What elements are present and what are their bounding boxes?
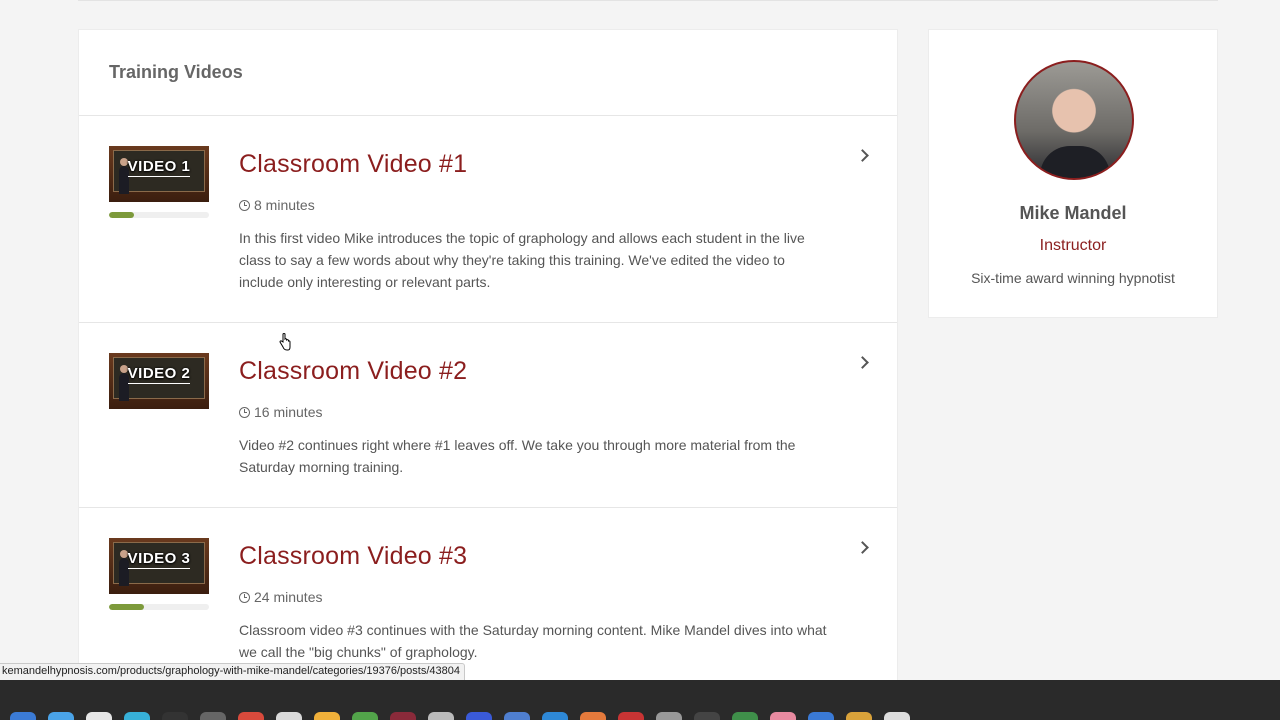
video-duration: 8 minutes bbox=[239, 197, 315, 213]
card-header: Training Videos bbox=[79, 30, 897, 116]
clock-icon bbox=[239, 591, 250, 603]
dock-app-icon[interactable] bbox=[618, 712, 644, 720]
video-duration: 16 minutes bbox=[239, 404, 322, 420]
dock-app-icon[interactable] bbox=[770, 712, 796, 720]
training-videos-card: Training Videos VIDEO 1 Classroom Video … bbox=[78, 29, 898, 689]
progress-fill bbox=[109, 604, 144, 610]
dock-app-icon[interactable] bbox=[390, 712, 416, 720]
dock-app-icon[interactable] bbox=[276, 712, 302, 720]
dock-app-icon[interactable] bbox=[808, 712, 834, 720]
progress-fill bbox=[109, 212, 134, 218]
dock-app-icon[interactable] bbox=[314, 712, 340, 720]
progress-bar bbox=[109, 604, 209, 610]
thumbnail-label: VIDEO 3 bbox=[127, 550, 191, 569]
dock-app-icon[interactable] bbox=[10, 712, 36, 720]
dock-app-icon[interactable] bbox=[884, 712, 910, 720]
progress-bar bbox=[109, 212, 209, 218]
thumbnail-label: VIDEO 1 bbox=[127, 158, 191, 177]
video-thumbnail[interactable]: VIDEO 1 bbox=[109, 146, 209, 202]
video-thumbnail[interactable]: VIDEO 3 bbox=[109, 538, 209, 594]
status-bar-url: kemandelhypnosis.com/products/graphology… bbox=[0, 663, 465, 681]
dock-app-icon[interactable] bbox=[466, 712, 492, 720]
dock-app-icon[interactable] bbox=[504, 712, 530, 720]
instructor-name: Mike Mandel bbox=[1019, 203, 1127, 223]
dock-app-icon[interactable] bbox=[846, 712, 872, 720]
chevron-right-icon[interactable] bbox=[857, 148, 867, 162]
clock-icon bbox=[239, 406, 250, 418]
section-title: Training Videos bbox=[109, 62, 243, 82]
dock-app-icon[interactable] bbox=[238, 712, 264, 720]
video-description: Video #2 continues right where #1 leaves… bbox=[239, 437, 796, 475]
video-list-item[interactable]: VIDEO 1 Classroom Video #1 8 minutes In … bbox=[79, 116, 897, 323]
video-thumbnail[interactable]: VIDEO 2 bbox=[109, 353, 209, 409]
dock-app-icon[interactable] bbox=[86, 712, 112, 720]
dock-app-icon[interactable] bbox=[580, 712, 606, 720]
dock-app-icon[interactable] bbox=[200, 712, 226, 720]
video-title-link[interactable]: Classroom Video #1 bbox=[239, 150, 467, 179]
duration-text: 24 minutes bbox=[254, 589, 323, 605]
hand-pointer-icon bbox=[279, 333, 291, 351]
duration-text: 8 minutes bbox=[254, 197, 315, 213]
video-list-item[interactable]: VIDEO 3 Classroom Video #3 24 minutes Cl… bbox=[79, 508, 897, 688]
chevron-right-icon[interactable] bbox=[857, 355, 867, 369]
dock-app-icon[interactable] bbox=[694, 712, 720, 720]
dock-app-icon[interactable] bbox=[162, 712, 188, 720]
dock-app-icon[interactable] bbox=[124, 712, 150, 720]
instructor-bio: Six-time award winning hypnotist bbox=[971, 270, 1175, 286]
video-description: Classroom video #3 continues with the Sa… bbox=[239, 622, 827, 660]
instructor-role: Instructor bbox=[1039, 237, 1107, 254]
top-divider bbox=[78, 0, 1218, 1]
duration-text: 16 minutes bbox=[254, 404, 323, 420]
instructor-card: Mike Mandel Instructor Six-time award wi… bbox=[928, 29, 1218, 318]
video-title-link[interactable]: Classroom Video #2 bbox=[239, 357, 467, 386]
video-list-item[interactable]: VIDEO 2 Classroom Video #2 16 minutes Vi… bbox=[79, 323, 897, 508]
dock-app-icon[interactable] bbox=[352, 712, 378, 720]
video-duration: 24 minutes bbox=[239, 589, 322, 605]
dock-app-icon[interactable] bbox=[656, 712, 682, 720]
thumbnail-label: VIDEO 2 bbox=[127, 365, 191, 384]
video-title-link[interactable]: Classroom Video #3 bbox=[239, 542, 467, 571]
dock-icons bbox=[0, 712, 1280, 720]
dock-app-icon[interactable] bbox=[542, 712, 568, 720]
avatar bbox=[1014, 60, 1134, 180]
video-description: In this first video Mike introduces the … bbox=[239, 230, 805, 290]
dock-app-icon[interactable] bbox=[48, 712, 74, 720]
chevron-right-icon[interactable] bbox=[857, 540, 867, 554]
dock-app-icon[interactable] bbox=[428, 712, 454, 720]
clock-icon bbox=[239, 199, 250, 211]
dock-app-icon[interactable] bbox=[732, 712, 758, 720]
